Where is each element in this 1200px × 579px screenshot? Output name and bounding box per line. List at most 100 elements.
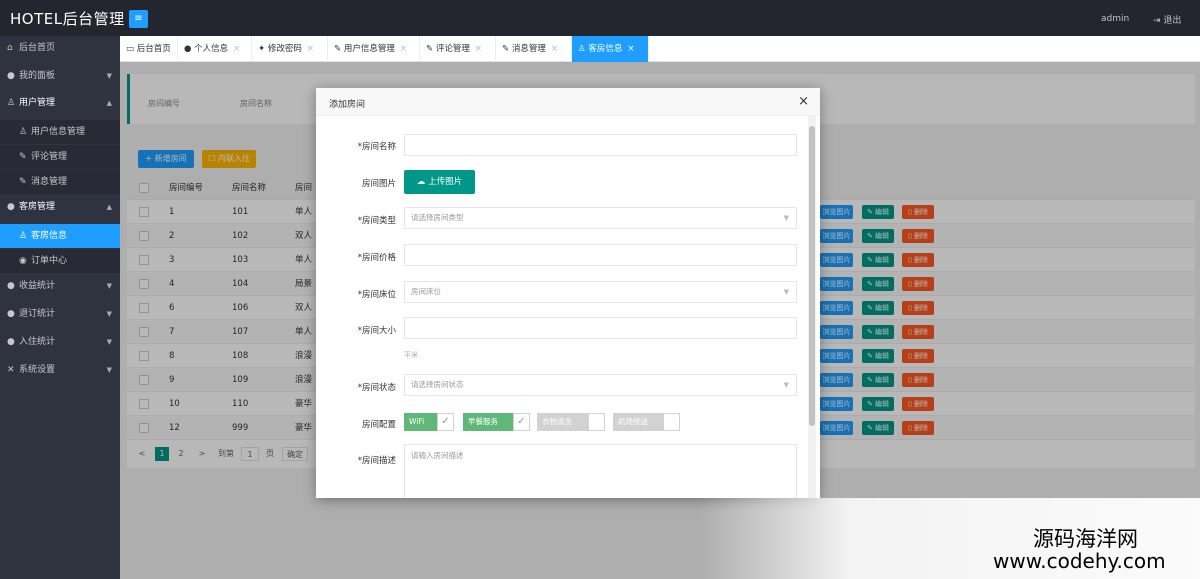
room-price-input[interactable]: [404, 244, 797, 266]
sidebar-item-cancel-stats[interactable]: ● 退订统计 ▼: [0, 302, 120, 326]
sidebar-item-label: 消息管理: [31, 177, 68, 187]
room-bed-placeholder: 房间床位: [411, 287, 441, 296]
room-status-placeholder: 请选择房间状态: [411, 380, 464, 389]
tab-room-info[interactable]: ♙ 客房信息 ×: [572, 36, 649, 62]
chevron-up-icon: ▲: [106, 99, 112, 107]
close-icon[interactable]: ×: [475, 44, 482, 54]
sidebar-item-orders[interactable]: ◉ 订单中心: [0, 249, 120, 273]
close-icon[interactable]: ×: [551, 44, 558, 54]
room-image-label: 房间图片: [361, 179, 396, 189]
sidebar-item-revenue-stats[interactable]: ● 收益统计 ▼: [0, 274, 120, 298]
logout-label: 退出: [1163, 16, 1182, 26]
dialog-title: 添加房间: [329, 100, 366, 110]
tab-home[interactable]: ▭ 后台首页: [120, 36, 178, 62]
tab-label: 用户信息管理: [343, 44, 395, 54]
tab-comments[interactable]: ✎ 评论管理 ×: [420, 36, 496, 62]
logout-icon: ⇥: [1153, 16, 1161, 26]
sidebar-item-user-management[interactable]: ♙ 用户管理 ▲: [0, 91, 120, 115]
room-bed-select[interactable]: 房间床位 ▼: [404, 281, 797, 303]
room-status-select[interactable]: 请选择房间状态 ▼: [404, 374, 797, 396]
scrollbar-thumb[interactable]: [809, 126, 815, 426]
sidebar-item-label: 后台首页: [19, 43, 56, 53]
top-header: HOTEL后台管理 ≡ admin ⇥ 退出: [0, 0, 1200, 36]
wrench-icon: ✦: [258, 44, 266, 54]
room-icon: ●: [7, 202, 15, 212]
edit-icon: ✎: [502, 44, 510, 54]
config-option-label: WiFi: [409, 417, 425, 426]
config-laundry-checkbox[interactable]: 衣物清洗: [537, 413, 605, 431]
tab-label: 评论管理: [435, 44, 470, 54]
sidebar-item-comments[interactable]: ✎ 评论管理: [0, 145, 120, 169]
room-desc-label: *房间描述: [357, 456, 396, 466]
chevron-down-icon: ▼: [106, 72, 112, 80]
chevron-up-icon: ▲: [106, 203, 112, 211]
sidebar-item-label: 系统设置: [19, 365, 56, 375]
watermark-url: www.codehy.com: [993, 549, 1166, 573]
upload-image-button[interactable]: ☁ 上传图片: [404, 170, 475, 194]
sidebar-item-checkin-stats[interactable]: ● 入住统计 ▼: [0, 330, 120, 354]
edit-icon: ✎: [19, 152, 27, 162]
sidebar-item-home[interactable]: ⌂ 后台首页: [0, 36, 120, 60]
sidebar-item-label: 评论管理: [31, 152, 68, 162]
close-icon[interactable]: ×: [627, 44, 634, 54]
tab-label: 后台首页: [136, 44, 171, 54]
room-type-placeholder: 请选择房间类型: [411, 213, 464, 222]
room-size-unit: 平米: [404, 351, 418, 359]
config-breakfast-checkbox[interactable]: 早餐服务 ✓: [463, 413, 530, 431]
config-option-label: 早餐服务: [468, 417, 498, 426]
sidebar-item-label: 订单中心: [31, 256, 68, 266]
check-icon: ✓: [437, 413, 454, 431]
sidebar-item-label: 用户管理: [19, 98, 56, 108]
close-icon[interactable]: ×: [307, 44, 314, 54]
user-icon: ●: [7, 71, 15, 81]
sidebar-item-label: 入住统计: [19, 337, 56, 347]
room-price-label: *房间价格: [357, 253, 396, 263]
sidebar-item-label: 用户信息管理: [31, 127, 86, 137]
config-wifi-checkbox[interactable]: WiFi ✓: [404, 413, 454, 431]
config-airport-checkbox[interactable]: 机场接送: [613, 413, 680, 431]
room-name-input[interactable]: [404, 134, 797, 156]
chart-icon: ●: [7, 309, 15, 319]
close-icon[interactable]: ×: [400, 44, 407, 54]
sidebar-item-system-settings[interactable]: ✕ 系统设置 ▼: [0, 358, 120, 382]
logout-button[interactable]: ⇥ 退出: [1153, 13, 1181, 26]
add-room-dialog: 添加房间 × *房间名称 房间图片 ☁ 上传图片 *房间类型 请选择房间类型 ▼…: [316, 88, 820, 498]
users-icon: ♙: [19, 127, 28, 137]
room-size-input[interactable]: [404, 317, 797, 339]
room-type-select[interactable]: 请选择房间类型 ▼: [404, 207, 797, 229]
admin-username[interactable]: admin: [1101, 14, 1129, 24]
sidebar-item-room-management[interactable]: ● 客房管理 ▲: [0, 195, 120, 219]
sidebar-item-my-panel[interactable]: ● 我的面板 ▼: [0, 64, 120, 88]
target-icon: ◉: [19, 256, 27, 266]
sidebar-item-messages[interactable]: ✎ 消息管理: [0, 170, 120, 194]
sidebar-item-label: 客房管理: [19, 202, 56, 212]
tab-profile[interactable]: ● 个人信息 ×: [178, 36, 252, 62]
tab-change-password[interactable]: ✦ 修改密码 ×: [252, 36, 328, 62]
tab-label: 客房信息: [588, 44, 623, 54]
checkbox-empty: [663, 413, 680, 431]
close-icon[interactable]: ×: [233, 44, 240, 54]
menu-toggle-button[interactable]: ≡: [129, 10, 148, 28]
room-desc-textarea[interactable]: 请输入房间描述: [404, 444, 797, 498]
sidebar-item-room-info[interactable]: ♙ 客房信息: [0, 224, 120, 248]
tab-user-info[interactable]: ✎ 用户信息管理 ×: [328, 36, 420, 62]
sidebar-item-label: 收益统计: [19, 281, 56, 291]
room-name-label: *房间名称: [357, 142, 396, 152]
edit-icon: ✎: [426, 44, 434, 54]
chevron-down-icon: ▼: [783, 214, 789, 222]
users-icon: ♙: [578, 44, 586, 54]
tools-icon: ✕: [7, 365, 15, 375]
tab-messages[interactable]: ✎ 消息管理 ×: [496, 36, 572, 62]
tab-label: 消息管理: [511, 44, 546, 54]
sidebar-item-user-info[interactable]: ♙ 用户信息管理: [0, 120, 120, 144]
tab-label: 修改密码: [267, 44, 302, 54]
room-status-label: *房间状态: [357, 383, 396, 393]
room-size-label: *房间大小: [357, 326, 396, 336]
chevron-down-icon: ▼: [783, 288, 789, 296]
sidebar-item-label: 客房信息: [31, 231, 68, 241]
close-icon[interactable]: ×: [798, 94, 809, 109]
chevron-down-icon: ▼: [106, 338, 112, 346]
sidebar-item-label: 我的面板: [19, 71, 56, 81]
room-bed-label: *房间床位: [357, 290, 396, 300]
dialog-scrollbar[interactable]: [808, 116, 816, 498]
